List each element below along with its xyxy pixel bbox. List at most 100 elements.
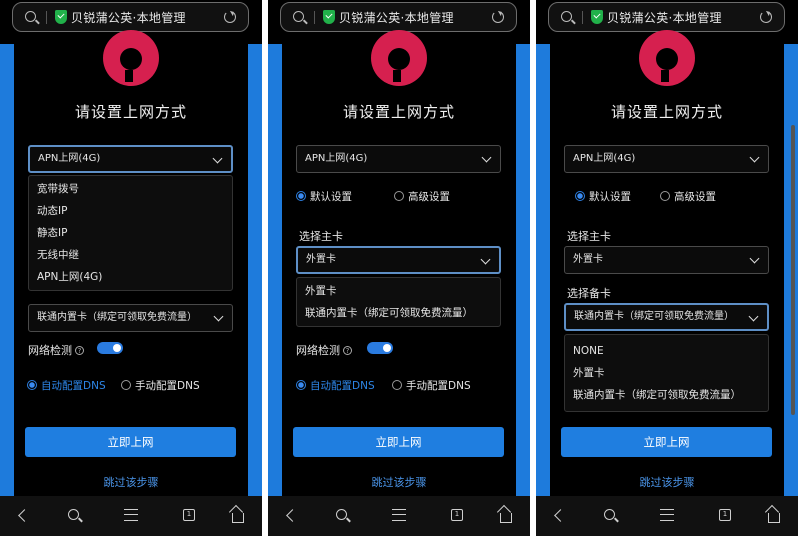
- settings-default-radio[interactable]: 默认设置: [296, 189, 352, 204]
- settings-default-radio[interactable]: 默认设置: [575, 189, 631, 204]
- dns-auto-label: 自动配置DNS: [310, 380, 375, 392]
- back-icon[interactable]: [554, 509, 567, 522]
- search-icon[interactable]: [561, 11, 572, 22]
- back-icon[interactable]: [18, 509, 31, 522]
- network-mode-select[interactable]: APN上网(4G): [28, 145, 233, 173]
- url-bar[interactable]: 贝锐蒲公英·本地管理: [280, 2, 517, 32]
- connect-button[interactable]: 立即上网: [25, 427, 236, 457]
- search-icon[interactable]: [293, 11, 304, 22]
- back-icon[interactable]: [286, 509, 299, 522]
- network-mode-select[interactable]: APN上网(4G): [296, 145, 501, 173]
- backup-card-select[interactable]: 联通内置卡（绑定可领取免费流量）: [564, 303, 769, 331]
- radio-empty-icon: [392, 380, 402, 390]
- phone-screen-1: 贝锐蒲公英·本地管理 请设置上网方式 APN上网(4G) 宽带拨号 动态IP 静…: [0, 0, 262, 536]
- tabs-icon[interactable]: 1: [719, 509, 731, 521]
- tabs-icon[interactable]: 1: [183, 509, 195, 521]
- reload-icon[interactable]: [760, 11, 772, 23]
- skip-link[interactable]: 跳过该步骤: [268, 474, 530, 490]
- home-icon[interactable]: [232, 513, 244, 523]
- primary-card-select[interactable]: 外置卡: [564, 246, 769, 274]
- divider: [314, 11, 315, 24]
- page-title: 请设置上网方式: [74, 103, 187, 121]
- connect-button[interactable]: 立即上网: [561, 427, 772, 457]
- home-icon[interactable]: [768, 513, 780, 523]
- menu-icon[interactable]: [124, 509, 138, 521]
- divider: [46, 11, 47, 24]
- network-check-label: 网络检测: [28, 344, 72, 357]
- radio-empty-icon: [394, 191, 404, 201]
- search-icon[interactable]: [604, 509, 615, 520]
- skip-link[interactable]: 跳过该步骤: [0, 474, 262, 490]
- chevron-down-icon: [480, 254, 491, 265]
- radio-selected-icon: [296, 191, 306, 201]
- page-title: 请设置上网方式: [610, 103, 723, 121]
- radio-selected-icon: [296, 380, 306, 390]
- dns-manual-radio[interactable]: 手动配置DNS: [121, 378, 200, 393]
- option-apn-4g[interactable]: APN上网(4G): [29, 266, 232, 288]
- primary-card-select[interactable]: 外置卡: [296, 246, 501, 274]
- option-broadband-dialup[interactable]: 宽带拨号: [29, 178, 232, 200]
- shield-check-icon: [591, 10, 603, 24]
- dns-manual-label: 手动配置DNS: [406, 380, 471, 392]
- option-none[interactable]: NONE: [565, 340, 768, 362]
- menu-icon[interactable]: [392, 509, 406, 521]
- radio-selected-icon: [27, 380, 37, 390]
- primary-card-select[interactable]: 联通内置卡（绑定可领取免费流量）: [28, 304, 233, 332]
- network-mode-value: APN上网(4G): [38, 153, 101, 164]
- scrollbar[interactable]: [791, 125, 795, 415]
- help-icon[interactable]: ?: [343, 346, 352, 355]
- divider: [582, 11, 583, 24]
- backup-card-dropdown: NONE 外置卡 联通内置卡（绑定可领取免费流量）: [564, 334, 769, 412]
- bottom-nav: 1: [0, 496, 262, 536]
- search-icon[interactable]: [25, 11, 36, 22]
- backup-card-value: 联通内置卡（绑定可领取免费流量）: [574, 311, 734, 322]
- option-wireless-relay[interactable]: 无线中继: [29, 244, 232, 266]
- reload-icon[interactable]: [492, 11, 504, 23]
- tabs-icon[interactable]: 1: [451, 509, 463, 521]
- network-check-row: 网络检测?: [296, 342, 352, 358]
- dns-auto-radio[interactable]: 自动配置DNS: [296, 378, 375, 393]
- chevron-down-icon: [748, 311, 759, 322]
- url-bar[interactable]: 贝锐蒲公英·本地管理: [548, 2, 785, 32]
- brand-logo: [639, 30, 695, 88]
- radio-selected-icon: [575, 191, 585, 201]
- network-check-toggle[interactable]: [367, 342, 393, 354]
- search-icon[interactable]: [336, 509, 347, 520]
- skip-link[interactable]: 跳过该步骤: [536, 474, 798, 490]
- settings-advanced-radio[interactable]: 高级设置: [660, 189, 716, 204]
- option-dynamic-ip[interactable]: 动态IP: [29, 200, 232, 222]
- network-mode-select[interactable]: APN上网(4G): [564, 145, 769, 173]
- option-unicom-builtin-card[interactable]: 联通内置卡（绑定可领取免费流量）: [297, 302, 500, 324]
- home-icon[interactable]: [500, 513, 512, 523]
- option-external-card[interactable]: 外置卡: [565, 362, 768, 384]
- chevron-down-icon: [213, 311, 224, 322]
- primary-card-value: 外置卡: [306, 254, 336, 265]
- shield-check-icon: [55, 10, 67, 24]
- option-unicom-builtin-card[interactable]: 联通内置卡（绑定可领取免费流量）: [565, 384, 768, 406]
- settings-default-label: 默认设置: [310, 191, 352, 203]
- url-bar[interactable]: 贝锐蒲公英·本地管理: [12, 2, 249, 32]
- primary-card-value: 联通内置卡（绑定可领取免费流量）: [37, 312, 197, 323]
- option-static-ip[interactable]: 静态IP: [29, 222, 232, 244]
- connect-button[interactable]: 立即上网: [293, 427, 504, 457]
- brand-logo: [103, 30, 159, 88]
- bottom-nav: 1: [536, 496, 798, 536]
- option-external-card[interactable]: 外置卡: [297, 280, 500, 302]
- brand-logo: [371, 30, 427, 88]
- radio-empty-icon: [660, 191, 670, 201]
- bottom-nav: 1: [268, 496, 530, 536]
- reload-icon[interactable]: [224, 11, 236, 23]
- network-check-toggle[interactable]: [97, 342, 123, 354]
- dns-auto-radio[interactable]: 自动配置DNS: [27, 378, 106, 393]
- help-icon[interactable]: ?: [75, 346, 84, 355]
- network-mode-value: APN上网(4G): [573, 153, 636, 164]
- page-title: 请设置上网方式: [342, 103, 455, 121]
- primary-card-label: 选择主卡: [567, 230, 611, 243]
- network-mode-value: APN上网(4G): [305, 153, 368, 164]
- menu-icon[interactable]: [660, 509, 674, 521]
- search-icon[interactable]: [68, 509, 79, 520]
- settings-advanced-radio[interactable]: 高级设置: [394, 189, 450, 204]
- network-check-label: 网络检测: [296, 344, 340, 357]
- shield-check-icon: [323, 10, 335, 24]
- dns-manual-radio[interactable]: 手动配置DNS: [392, 378, 471, 393]
